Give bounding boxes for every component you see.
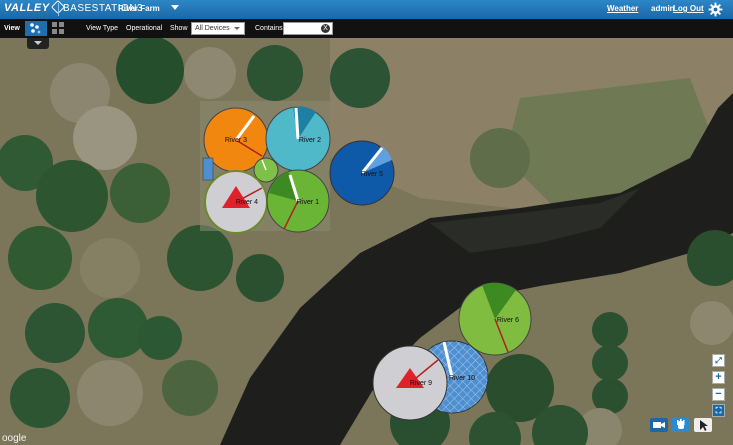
user-name: admin: [651, 4, 675, 13]
pivot-label: River 2: [299, 137, 321, 144]
pivot-label: River 6: [497, 317, 519, 324]
chevron-down-icon: [234, 27, 240, 30]
show-devices-value: All Devices: [195, 25, 230, 32]
video-camera-icon: [653, 422, 665, 428]
pivot-river-9[interactable]: River 9: [372, 345, 448, 421]
fullscreen-icon[interactable]: ⤢: [712, 354, 725, 367]
hand-icon: [677, 419, 685, 429]
map-view-button[interactable]: [25, 21, 47, 36]
pivot-river-2[interactable]: River 2: [265, 106, 331, 172]
select-pointer-button[interactable]: [694, 418, 712, 432]
map-toolbar: View View Type Operational Show All Devi…: [0, 19, 733, 38]
pivot-river-6[interactable]: River 6: [458, 282, 532, 356]
pivot-river-1[interactable]: River 1: [266, 169, 330, 233]
header-divider: [58, 3, 59, 16]
valley-logo: VALLEY: [4, 0, 65, 15]
pivot-label: River 4: [236, 199, 258, 206]
zoom-out-button[interactable]: −: [712, 388, 725, 401]
clear-search-button[interactable]: X: [321, 24, 330, 33]
pivot-label: River 5: [361, 171, 383, 178]
pivot-river-5[interactable]: River 5: [329, 140, 395, 206]
view-type-value[interactable]: Operational: [126, 25, 162, 32]
toolbar-expand-button[interactable]: [27, 38, 49, 49]
pivot-label: River 10: [449, 375, 475, 382]
zoom-in-button[interactable]: +: [712, 371, 725, 384]
view-type-label: View Type: [86, 25, 119, 32]
pivot-partial-blue[interactable]: [202, 157, 214, 181]
pivot-overlay: River 3 River 2 River 5 River 4 River 1: [202, 106, 532, 421]
top-bar: VALLEY BASESTATION3 River Farm Weather a…: [0, 0, 733, 19]
pivot-river-4[interactable]: River 4: [204, 170, 268, 234]
weather-link[interactable]: Weather: [607, 4, 638, 13]
pivot-view-icon: [30, 23, 41, 34]
farm-selector[interactable]: River Farm: [118, 4, 160, 13]
contains-label: Contains: [255, 25, 283, 32]
pivot-label: River 9: [410, 380, 432, 387]
cursor-arrow-icon: [700, 420, 708, 431]
pivot-label: River 1: [297, 199, 319, 206]
google-logo: oogle: [2, 433, 27, 444]
pivot-label: River 3: [225, 137, 247, 144]
fit-bounds-icon[interactable]: ⛶: [712, 404, 725, 417]
view-label: View: [4, 25, 20, 32]
camera-button[interactable]: [650, 418, 668, 432]
list-view-grid-icon[interactable]: [52, 22, 64, 34]
settings-gear-icon[interactable]: [708, 2, 723, 17]
pan-hand-button[interactable]: [672, 418, 690, 432]
farm-dropdown-caret-icon[interactable]: [171, 5, 179, 10]
show-devices-select[interactable]: All Devices: [191, 22, 245, 35]
logout-link[interactable]: Log Out: [673, 4, 704, 13]
show-label: Show: [170, 25, 188, 32]
